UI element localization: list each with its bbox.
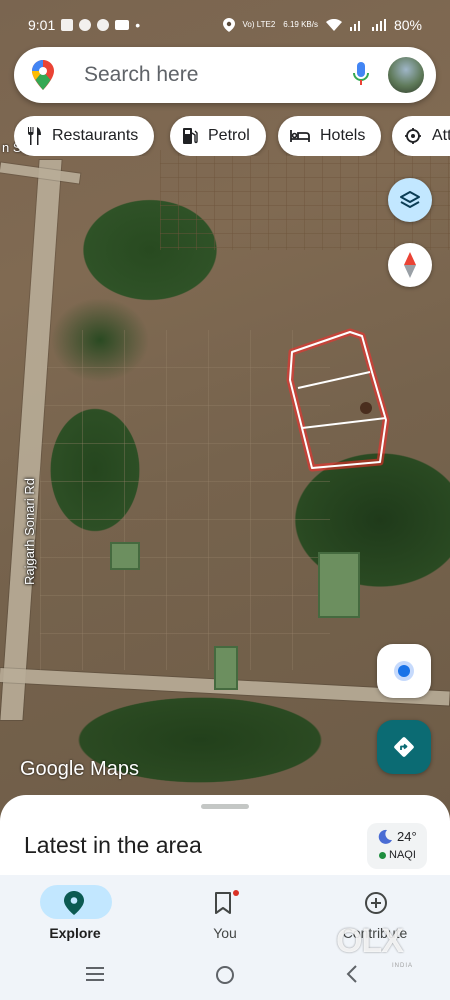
chip-hotels[interactable]: Hotels	[278, 116, 382, 156]
my-location-button[interactable]	[377, 644, 431, 698]
layers-icon	[400, 191, 420, 208]
temperature: 24°	[397, 829, 417, 844]
add-circle-icon	[365, 892, 387, 914]
tree-dot	[360, 402, 372, 414]
signal-icon-2	[371, 19, 386, 31]
chip-label: Restaurants	[52, 127, 139, 144]
youtube-icon	[115, 20, 130, 30]
nav-label: You	[213, 925, 237, 941]
mic-icon[interactable]	[352, 61, 370, 87]
location-pin-icon	[64, 891, 84, 915]
compass-icon	[404, 252, 416, 278]
chip-attractions[interactable]: Att	[392, 116, 450, 156]
status-left: 9:01 •	[28, 17, 140, 33]
app-notification-icon	[61, 19, 74, 31]
recent-apps-icon[interactable]	[84, 964, 106, 984]
gas-station-icon	[183, 128, 198, 144]
hotel-bed-icon	[290, 130, 310, 142]
restaurant-icon	[28, 127, 41, 145]
layers-button[interactable]	[388, 178, 432, 222]
search-bar[interactable]: Search here	[14, 47, 436, 103]
directions-button[interactable]	[377, 720, 431, 774]
google-maps-logo: Google Maps	[20, 758, 139, 780]
olx-watermark: OLX	[336, 922, 404, 960]
search-input[interactable]: Search here	[84, 63, 198, 87]
directions-icon	[394, 737, 414, 757]
data-speed: 6.19 KB/s	[283, 20, 318, 29]
nav-label: Explore	[49, 925, 101, 941]
signal-icon	[349, 21, 360, 31]
google-maps-pin-icon	[32, 60, 54, 90]
avatar[interactable]	[388, 57, 424, 93]
attractions-icon	[405, 128, 421, 144]
sheet-title: Latest in the area	[24, 832, 202, 858]
chip-label: Hotels	[320, 127, 366, 144]
notification-dot	[233, 890, 239, 896]
whatsapp-icon	[97, 19, 110, 31]
nav-you[interactable]: You	[170, 881, 280, 947]
battery-level: 80%	[393, 17, 422, 33]
bottom-sheet[interactable]: Latest in the area 24° NAQI	[0, 795, 450, 880]
chip-label: Att	[432, 127, 450, 144]
olx-watermark-sub: INDIA	[392, 963, 414, 969]
chip-restaurants[interactable]: Restaurants	[14, 116, 155, 156]
wifi-icon	[325, 19, 342, 31]
moon-icon	[378, 829, 392, 844]
back-icon[interactable]	[344, 964, 360, 984]
more-dot-icon: •	[135, 17, 141, 33]
home-icon[interactable]	[214, 964, 236, 986]
status-bar: 9:01 • Vo) LTE2 6.19 KB/s 80%	[0, 0, 450, 50]
aqi-label: NAQI	[389, 849, 416, 861]
compass-button[interactable]	[388, 243, 432, 287]
weather-chip[interactable]: 24° NAQI	[367, 823, 427, 869]
clock: 9:01	[28, 17, 56, 33]
location-status-icon	[222, 18, 235, 32]
category-chips: Restaurants Petrol Hotels Att	[14, 116, 450, 156]
aqi-status-dot	[379, 852, 386, 859]
nav-explore[interactable]: Explore	[20, 881, 130, 947]
messenger-icon	[79, 19, 92, 31]
drag-handle[interactable]	[201, 804, 249, 809]
my-location-icon	[394, 661, 414, 681]
chip-label: Petrol	[208, 127, 250, 144]
network-type: Vo) LTE2	[242, 20, 276, 29]
status-right: Vo) LTE2 6.19 KB/s 80%	[222, 17, 422, 33]
bookmark-icon	[215, 892, 231, 914]
chip-petrol[interactable]: Petrol	[170, 116, 266, 156]
